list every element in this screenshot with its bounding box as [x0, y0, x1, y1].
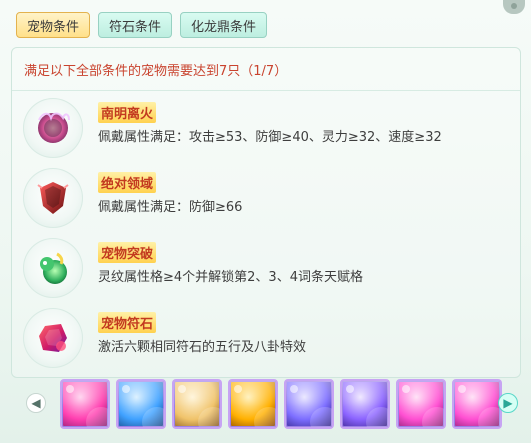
- pet-avatar[interactable]: [396, 379, 446, 429]
- condition-item-breakthrough: 宠物突破 灵纹属性格≥4个并解锁第2、3、4词条天赋格: [12, 234, 520, 304]
- pet-avatar[interactable]: [228, 379, 278, 429]
- condition-item-fire: 南明离火 佩戴属性满足：攻击≥53、防御≥40、灵力≥32、速度≥32: [12, 94, 520, 164]
- condition-name: 绝对领域: [98, 172, 157, 193]
- pet-avatar[interactable]: [284, 379, 334, 429]
- panel-header: 满足以下全部条件的宠物需要达到7只（1/7）: [12, 48, 520, 91]
- condition-item-rune: 宠物符石 激活六颗相同符石的五行及八卦特效: [12, 304, 520, 374]
- arrow-left-icon[interactable]: ◀: [26, 393, 46, 413]
- tab-pet-conditions[interactable]: 宠物条件: [16, 12, 91, 38]
- arrow-right-icon[interactable]: ▶: [498, 393, 518, 413]
- shield-crest-icon: [37, 182, 69, 214]
- condition-name: 宠物符石: [98, 312, 157, 333]
- condition-icon-ring: [23, 238, 83, 298]
- conditions-title: 满足以下全部条件的宠物需要达到7只（1/7）: [24, 64, 288, 79]
- top-right-decor: [503, 0, 525, 14]
- condition-icon-ring: [23, 168, 83, 228]
- conditions-panel: 满足以下全部条件的宠物需要达到7只（1/7） 南明离火 佩戴属性满足：攻击≥53…: [11, 47, 521, 378]
- condition-description: 灵纹属性格≥4个并解锁第2、3、4词条天赋格: [98, 270, 363, 285]
- condition-description: 佩戴属性满足：攻击≥53、防御≥40、灵力≥32、速度≥32: [98, 130, 442, 145]
- pet-avatar[interactable]: [452, 379, 502, 429]
- pet-avatar[interactable]: [116, 379, 166, 429]
- tab-bar: 宠物条件 符石条件 化龙鼎条件: [16, 12, 268, 38]
- condition-icon-ring: [23, 308, 83, 368]
- green-dragon-icon: [40, 252, 67, 284]
- pet-list: [60, 379, 502, 429]
- fire-emblem-icon: [38, 112, 70, 143]
- condition-description: 激活六颗相同符石的五行及八卦特效: [98, 340, 307, 355]
- condition-icon-ring: [23, 98, 83, 158]
- condition-item-domain: 绝对领域 佩戴属性满足：防御≥66: [12, 164, 520, 234]
- pet-avatar[interactable]: [172, 379, 222, 429]
- pet-avatar[interactable]: [60, 379, 110, 429]
- pet-avatar[interactable]: [340, 379, 390, 429]
- tab-rune-conditions[interactable]: 符石条件: [98, 12, 173, 38]
- tab-dragon-cauldron-conditions[interactable]: 化龙鼎条件: [180, 12, 268, 38]
- rune-stone-icon: [39, 324, 67, 352]
- pet-conditions-window: 宠物条件 符石条件 化龙鼎条件 满足以下全部条件的宠物需要达到7只（1/7） 南…: [0, 0, 531, 443]
- condition-name: 南明离火: [98, 102, 157, 123]
- condition-name: 宠物突破: [98, 242, 157, 263]
- condition-description: 佩戴属性满足：防御≥66: [98, 200, 243, 215]
- pet-carousel: ◀ ▶: [26, 379, 518, 437]
